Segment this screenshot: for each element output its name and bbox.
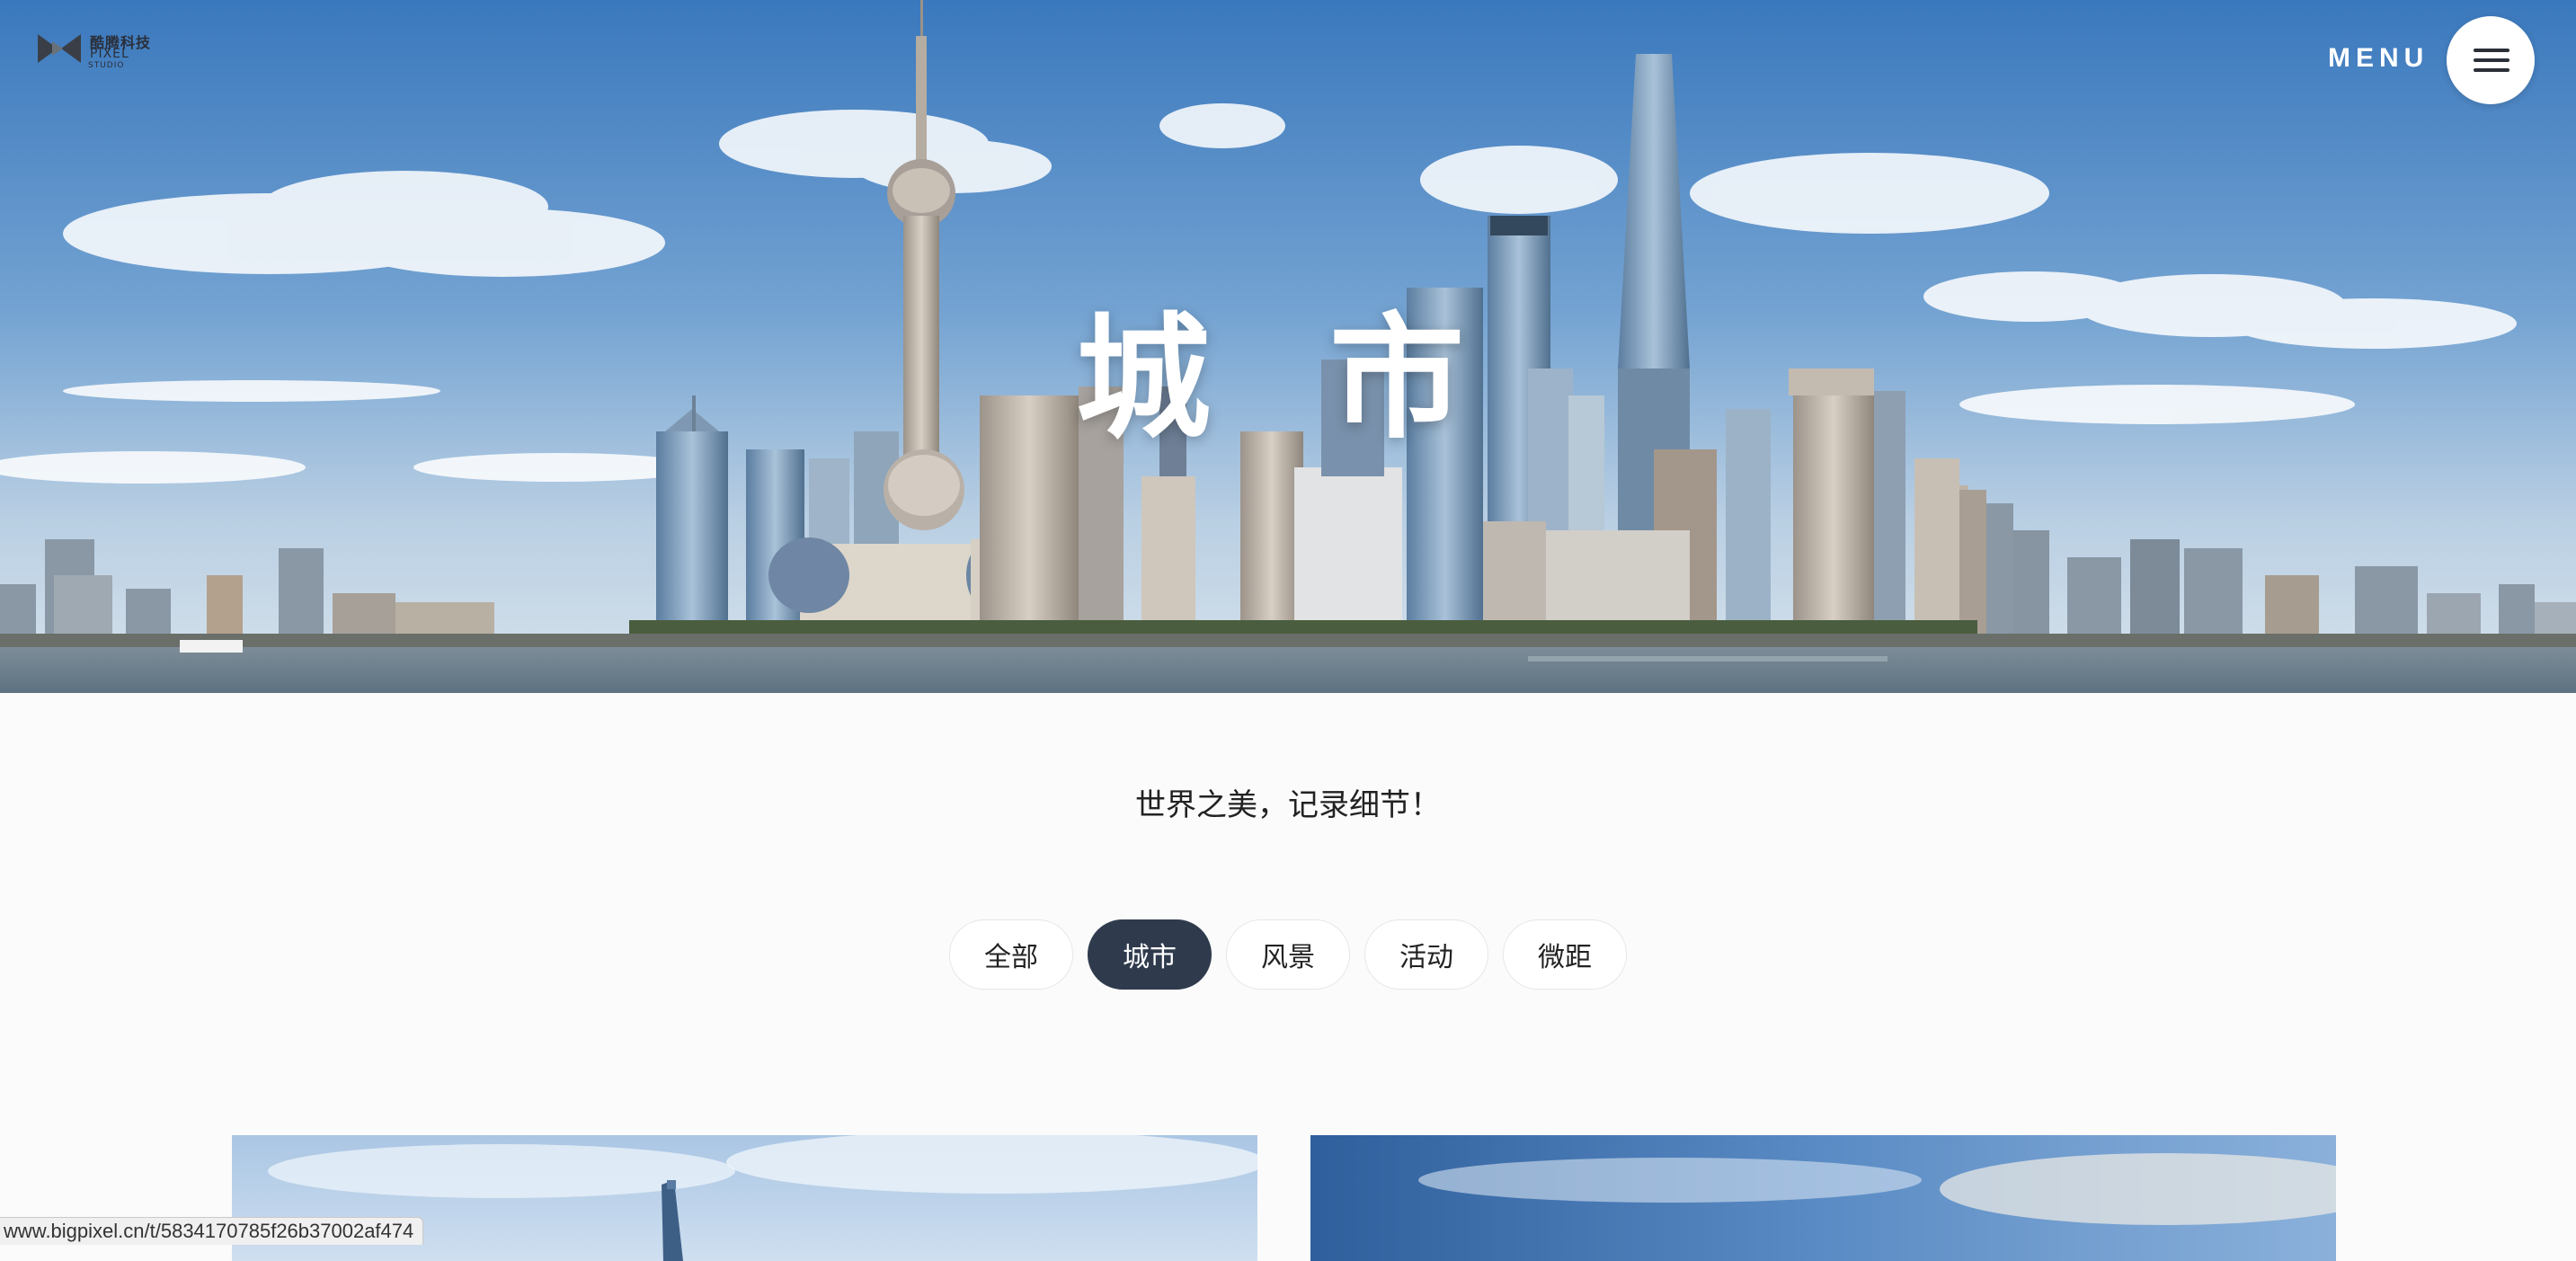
hamburger-icon (2474, 49, 2509, 52)
filter-city[interactable]: 城市 (1088, 919, 1212, 990)
filter-scenery[interactable]: 风景 (1226, 919, 1350, 990)
menu-button[interactable] (2447, 16, 2535, 104)
hamburger-icon-line (2474, 68, 2509, 72)
logo-mark-icon (38, 34, 81, 63)
hamburger-icon-line (2474, 58, 2509, 62)
menu-label[interactable]: MENU (2328, 43, 2429, 74)
status-url: www.bigpixel.cn/t/5834170785f26b37002af4… (0, 1217, 424, 1245)
gallery-card[interactable] (1310, 1135, 2336, 1261)
category-filter: 全部 城市 风景 活动 微距 (0, 919, 2576, 990)
brand-logo[interactable]: 酷腾科技 PIXEL STUDIO (36, 27, 162, 72)
hero-banner: 酷腾科技 PIXEL STUDIO MENU 城 市 (0, 0, 2576, 693)
filter-events[interactable]: 活动 (1364, 919, 1488, 990)
hero-title: 城 市 (1075, 301, 1501, 457)
brand-name-en: PIXEL (90, 47, 129, 61)
brand-sub: STUDIO (88, 61, 125, 70)
gallery-photo (1310, 1135, 2336, 1261)
filter-all[interactable]: 全部 (949, 919, 1073, 990)
tagline: 世界之美，记录细节！ (1135, 787, 1441, 823)
filter-macro[interactable]: 微距 (1503, 919, 1627, 990)
